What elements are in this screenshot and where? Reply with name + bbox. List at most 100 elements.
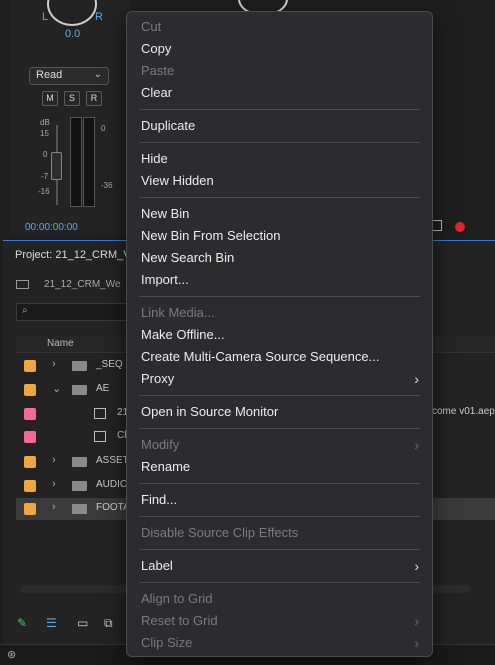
- chevron-right-icon: ›: [414, 558, 419, 574]
- menu-item-modify: Modify ›: [128, 434, 431, 456]
- column-header-label: Name: [47, 338, 74, 349]
- menu-item-import[interactable]: Import...: [128, 269, 431, 291]
- export-frame-icon[interactable]: [432, 220, 442, 231]
- menu-item-proxy[interactable]: Proxy ›: [128, 368, 431, 390]
- aftereffects-comp-icon: [94, 408, 106, 419]
- context-menu: Cut Copy Paste Clear Duplicate Hide View…: [126, 11, 433, 657]
- menu-item-hide[interactable]: Hide: [128, 148, 431, 170]
- menu-item-reset-to-grid: Reset to Grid ›: [128, 610, 431, 632]
- pan-value: 0.0: [65, 28, 81, 40]
- menu-item-disable-source-clip-effects: Disable Source Clip Effects: [141, 525, 299, 540]
- list-item-label: _SEQ: [96, 359, 123, 370]
- menu-item-clip-size: Clip Size ›: [128, 632, 431, 654]
- menu-item-label: Proxy: [141, 371, 175, 386]
- menu-item-find[interactable]: Find...: [128, 489, 431, 511]
- menu-separator: [139, 296, 420, 297]
- menu-item-label: Clip Size: [141, 635, 193, 650]
- menu-item-copy[interactable]: Copy: [128, 38, 431, 60]
- level-meter-left: [70, 117, 82, 207]
- menu-separator: [139, 142, 420, 143]
- label-color-swatch: [24, 456, 36, 468]
- meter-scale-label: 0: [101, 124, 106, 133]
- project-panel-title[interactable]: Project: 21_12_CRM_V: [15, 249, 131, 261]
- aftereffects-comp-icon: [94, 431, 106, 442]
- automation-mode-value: Read: [36, 69, 63, 81]
- creative-cloud-icon[interactable]: ⊛: [7, 648, 16, 661]
- menu-item-clear[interactable]: Clear: [128, 82, 431, 104]
- label-color-swatch: [24, 431, 36, 443]
- label-color-swatch: [24, 503, 36, 515]
- search-icon: ⌕: [22, 305, 28, 316]
- pencil-icon[interactable]: ✎: [17, 616, 27, 630]
- list-item-label: AE: [96, 383, 110, 394]
- label-color-swatch: [24, 408, 36, 420]
- meter-scale-label: -36: [101, 181, 113, 190]
- menu-item-label: Modify: [141, 437, 180, 452]
- volume-fader-thumb[interactable]: [51, 152, 62, 180]
- list-item-label: ASSET: [96, 455, 129, 466]
- chevron-right-icon[interactable]: ›: [52, 478, 56, 490]
- label-color-swatch: [24, 480, 36, 492]
- freeform-view-icon[interactable]: ⧉: [104, 616, 113, 631]
- menu-item-align-to-grid: Align to Grid: [141, 591, 213, 606]
- mute-button[interactable]: M: [42, 91, 58, 106]
- menu-item-new-bin[interactable]: New Bin: [128, 203, 431, 225]
- list-item-label: FOOTA: [96, 502, 130, 513]
- menu-item-view-hidden[interactable]: View Hidden: [128, 170, 431, 192]
- chevron-right-icon: ›: [414, 635, 419, 651]
- menu-item-paste: Paste: [141, 63, 175, 78]
- timecode-display[interactable]: 00:00:00:00: [25, 222, 78, 233]
- file-name-trailing: come v01.aep: [432, 406, 495, 417]
- db-unit-label: dB: [40, 118, 50, 127]
- folder-icon: [72, 504, 87, 514]
- scale-label: -7: [41, 172, 49, 181]
- label-color-swatch: [24, 384, 36, 396]
- scale-label: -16: [38, 187, 50, 196]
- list-item-label: AUDIC: [96, 479, 128, 490]
- chevron-right-icon: ›: [414, 437, 419, 453]
- menu-item-rename[interactable]: Rename: [128, 456, 431, 478]
- menu-item-duplicate[interactable]: Duplicate: [128, 115, 431, 137]
- chevron-right-icon: ›: [414, 613, 419, 629]
- label-color-swatch: [24, 360, 36, 372]
- menu-item-new-bin-from-selection[interactable]: New Bin From Selection: [128, 225, 431, 247]
- pan-right-label: R: [95, 11, 103, 23]
- icon-view-icon[interactable]: ▭: [77, 616, 88, 630]
- menu-item-link-media: Link Media...: [141, 305, 215, 320]
- project-search-input[interactable]: ⌕: [16, 303, 131, 321]
- chevron-right-icon[interactable]: ›: [52, 501, 56, 513]
- chevron-right-icon[interactable]: ›: [52, 358, 56, 370]
- scale-label: 0: [43, 150, 48, 159]
- menu-separator: [139, 549, 420, 550]
- menu-item-create-multicam[interactable]: Create Multi-Camera Source Sequence...: [128, 346, 431, 368]
- menu-item-label: Reset to Grid: [141, 613, 218, 628]
- menu-separator: [139, 582, 420, 583]
- folder-icon: [72, 457, 87, 467]
- folder-icon: [72, 481, 87, 491]
- chevron-right-icon[interactable]: ›: [52, 454, 56, 466]
- menu-item-new-search-bin[interactable]: New Search Bin: [128, 247, 431, 269]
- scale-label: 15: [40, 129, 49, 138]
- bin-path-icon: [16, 280, 29, 289]
- menu-item-make-offline[interactable]: Make Offline...: [128, 324, 431, 346]
- menu-separator: [139, 483, 420, 484]
- menu-item-cut: Cut: [141, 19, 162, 34]
- menu-item-label-submenu[interactable]: Label ›: [128, 555, 431, 577]
- pan-left-label: L: [42, 11, 49, 23]
- menu-separator: [139, 516, 420, 517]
- folder-icon: [72, 385, 87, 395]
- record-dot-icon[interactable]: [455, 222, 465, 232]
- menu-separator: [139, 109, 420, 110]
- list-view-icon[interactable]: ☰: [46, 616, 57, 630]
- folder-icon: [72, 361, 87, 371]
- automation-mode-select[interactable]: Read ⌄: [29, 67, 109, 85]
- menu-item-label: Label: [141, 558, 173, 573]
- bin-path: 21_12_CRM_We: [44, 279, 121, 290]
- menu-separator: [139, 428, 420, 429]
- chevron-down-icon[interactable]: ⌄: [52, 382, 61, 395]
- menu-item-open-in-source-monitor[interactable]: Open in Source Monitor: [128, 401, 431, 423]
- solo-button[interactable]: S: [64, 91, 80, 106]
- menu-separator: [139, 197, 420, 198]
- record-button[interactable]: R: [86, 91, 102, 106]
- chevron-right-icon: ›: [414, 371, 419, 387]
